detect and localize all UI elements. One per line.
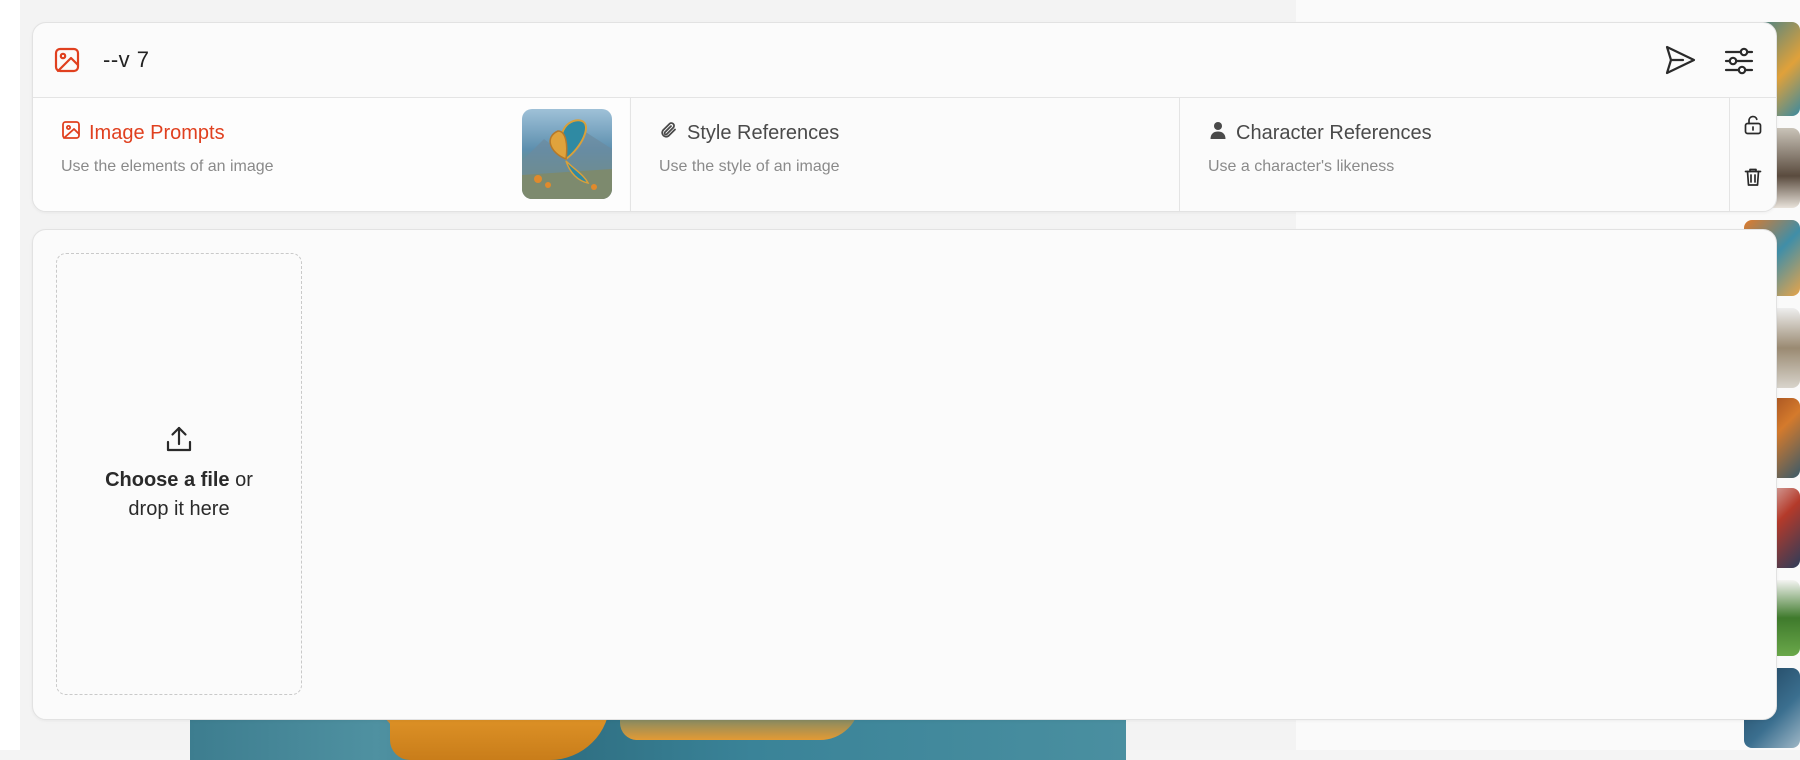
trash-icon[interactable] <box>1742 166 1764 188</box>
tab-description: Use the style of an image <box>659 158 840 175</box>
reference-actions <box>1729 98 1776 211</box>
tab-style-references-title: Style References <box>659 120 839 146</box>
upload-panel: Choose a file or drop it here <box>32 229 1777 720</box>
tab-image-prompts[interactable]: Image Prompts Use the elements of an ima… <box>33 98 629 211</box>
person-icon <box>1208 120 1228 146</box>
tab-image-prompts-title: Image Prompts <box>61 120 225 146</box>
drop-here-label: drop it here <box>128 498 230 520</box>
image-prompt-thumbnail[interactable] <box>522 109 612 199</box>
unlock-icon[interactable] <box>1742 114 1764 136</box>
prompt-panel: --v 7 Image Prompts Use the elements of … <box>32 22 1777 212</box>
prompt-input[interactable]: --v 7 <box>103 47 150 73</box>
prompt-bar: --v 7 <box>33 23 1776 98</box>
tab-label: Image Prompts <box>89 121 225 144</box>
or-label: or <box>229 469 253 491</box>
tab-description: Use a character's likeness <box>1208 158 1395 175</box>
sliders-icon[interactable] <box>1723 45 1755 77</box>
tab-label: Style References <box>687 121 840 144</box>
choose-file-label[interactable]: Choose a file <box>105 469 229 491</box>
image-icon <box>61 120 81 146</box>
tab-description: Use the elements of an image <box>61 158 274 175</box>
dropzone-instructions: Choose a file or drop it here <box>105 466 253 524</box>
reference-tabs: Image Prompts Use the elements of an ima… <box>33 98 1776 211</box>
page-margin <box>0 0 20 750</box>
tab-style-references[interactable]: Style References Use the style of an ima… <box>630 98 1179 211</box>
tab-label: Character References <box>1236 121 1432 144</box>
send-icon[interactable] <box>1663 43 1697 77</box>
upload-icon <box>163 424 195 456</box>
tab-character-references-title: Character References <box>1208 120 1432 146</box>
image-icon[interactable] <box>53 46 81 74</box>
tab-character-references[interactable]: Character References Use a character's l… <box>1179 98 1728 211</box>
paperclip-icon <box>659 120 679 146</box>
file-dropzone[interactable]: Choose a file or drop it here <box>56 253 302 695</box>
